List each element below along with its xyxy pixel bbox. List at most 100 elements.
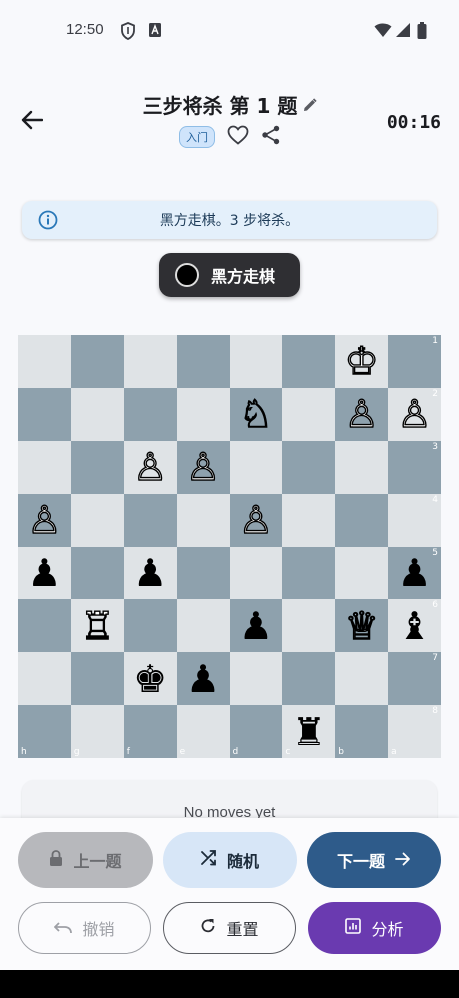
- board-square[interactable]: 1: [388, 335, 441, 388]
- chess-piece[interactable]: ♟: [186, 660, 220, 698]
- board-square[interactable]: [282, 335, 336, 388]
- info-text: 黑方走棋。3 步将杀。: [159, 213, 300, 229]
- analyze-label: 分析: [371, 920, 404, 939]
- chess-piece[interactable]: ♘: [238, 395, 273, 434]
- chess-piece[interactable]: ♙: [185, 447, 220, 486]
- board-square[interactable]: ♙: [176, 440, 230, 494]
- board-square[interactable]: [176, 599, 230, 653]
- board-square[interactable]: 3: [388, 440, 441, 494]
- chess-piece[interactable]: ♜: [292, 713, 326, 751]
- board-square[interactable]: ♜ c: [282, 705, 336, 758]
- board-square[interactable]: [123, 493, 177, 547]
- board-square[interactable]: [229, 652, 283, 706]
- file-label: b: [338, 747, 344, 757]
- board-square[interactable]: ♟: [123, 546, 177, 600]
- board-square[interactable]: 8a: [388, 705, 441, 758]
- board-square[interactable]: ♘: [229, 387, 283, 441]
- board-square[interactable]: ♟ 5: [388, 546, 441, 600]
- board-square[interactable]: [123, 599, 177, 653]
- board-square[interactable]: [229, 440, 283, 494]
- prev-puzzle-button[interactable]: 上一题: [18, 832, 153, 888]
- board-square[interactable]: ♙: [335, 387, 389, 441]
- chess-piece[interactable]: ♟: [398, 554, 432, 592]
- board-square[interactable]: ♙: [18, 493, 71, 547]
- board-square[interactable]: [176, 493, 230, 547]
- chess-piece[interactable]: ♙: [132, 447, 167, 486]
- board-square[interactable]: 4: [388, 493, 441, 547]
- back-button[interactable]: [14, 104, 50, 140]
- share-icon[interactable]: [261, 125, 281, 149]
- chess-piece[interactable]: ♙: [27, 500, 62, 539]
- board-square[interactable]: [70, 335, 124, 388]
- chess-piece[interactable]: ♕: [344, 606, 379, 645]
- board-square[interactable]: [282, 546, 336, 600]
- board-square[interactable]: [282, 652, 336, 706]
- board-square[interactable]: [70, 546, 124, 600]
- board-square[interactable]: ♚: [123, 652, 177, 706]
- chess-piece[interactable]: ♝: [398, 607, 432, 645]
- chess-piece[interactable]: ♚: [133, 660, 167, 698]
- board-square[interactable]: [335, 546, 389, 600]
- file-label: f: [126, 747, 130, 757]
- board-square[interactable]: b: [335, 705, 389, 758]
- board-square[interactable]: e: [176, 705, 230, 758]
- next-puzzle-button[interactable]: 下一题: [307, 832, 441, 888]
- board-square[interactable]: [18, 652, 71, 706]
- chess-piece[interactable]: ♖: [80, 606, 115, 645]
- edit-icon[interactable]: [303, 93, 318, 117]
- board-square[interactable]: [176, 335, 230, 388]
- board-square[interactable]: [18, 440, 71, 494]
- board-square[interactable]: ♔: [335, 335, 389, 388]
- board-square[interactable]: [123, 335, 177, 388]
- board-square[interactable]: ♙ 2: [388, 387, 441, 441]
- analyze-button[interactable]: 分析: [308, 902, 441, 954]
- board-square[interactable]: [335, 493, 389, 547]
- chess-board[interactable]: ♔ 1 ♘ ♙ ♙ 2 ♙ ♙ 3 ♙ ♙ 4 ♟ ♟ ♟ 5 ♖ ♟ ♕ ♝ 6 ♚ ♟ 7 h g f e d ♜ c b 8 a: [18, 335, 441, 758]
- chess-piece[interactable]: ♙: [397, 395, 432, 434]
- chess-piece[interactable]: ♙: [238, 500, 273, 539]
- chess-piece[interactable]: ♟: [239, 607, 273, 645]
- board-square[interactable]: ♟: [18, 546, 71, 600]
- board-square[interactable]: [70, 493, 124, 547]
- board-square[interactable]: [176, 387, 230, 441]
- board-square[interactable]: ♖: [70, 599, 124, 653]
- chess-piece[interactable]: ♔: [344, 342, 379, 381]
- board-square[interactable]: [176, 546, 230, 600]
- board-square[interactable]: [282, 440, 336, 494]
- reset-button[interactable]: 重置: [163, 902, 296, 954]
- board-square[interactable]: [282, 493, 336, 547]
- board-square[interactable]: h: [18, 705, 71, 758]
- info-icon: [38, 210, 58, 234]
- board-square[interactable]: ♙: [123, 440, 177, 494]
- board-square[interactable]: [70, 440, 124, 494]
- board-square[interactable]: ♝ 6: [388, 599, 441, 653]
- board-square[interactable]: f: [123, 705, 177, 758]
- undo-button[interactable]: 撤销: [18, 902, 151, 954]
- board-square[interactable]: ♕: [335, 599, 389, 653]
- board-square[interactable]: [282, 599, 336, 653]
- board-square[interactable]: g: [70, 705, 124, 758]
- board-square[interactable]: 7: [388, 652, 441, 706]
- board-square[interactable]: d: [229, 705, 283, 758]
- board-square[interactable]: [335, 440, 389, 494]
- board-square[interactable]: ♟: [176, 652, 230, 706]
- board-square[interactable]: [229, 546, 283, 600]
- board-square[interactable]: ♙: [229, 493, 283, 547]
- chess-piece[interactable]: ♟: [133, 554, 167, 592]
- file-label: e: [179, 747, 186, 757]
- board-square[interactable]: [18, 387, 71, 441]
- board-square[interactable]: [18, 599, 71, 653]
- puzzle-title-text: 三步将杀 第 1 题: [142, 94, 298, 118]
- board-square[interactable]: [70, 387, 124, 441]
- board-square[interactable]: [70, 652, 124, 706]
- random-puzzle-button[interactable]: 随机: [163, 832, 297, 888]
- board-square[interactable]: [335, 652, 389, 706]
- chess-piece[interactable]: ♟: [27, 554, 61, 592]
- favorite-icon[interactable]: [227, 125, 249, 149]
- chess-piece[interactable]: ♙: [344, 395, 379, 434]
- board-square[interactable]: [282, 387, 336, 441]
- board-square[interactable]: ♟: [229, 599, 283, 653]
- board-square[interactable]: [18, 335, 71, 388]
- board-square[interactable]: [229, 335, 283, 388]
- board-square[interactable]: [123, 387, 177, 441]
